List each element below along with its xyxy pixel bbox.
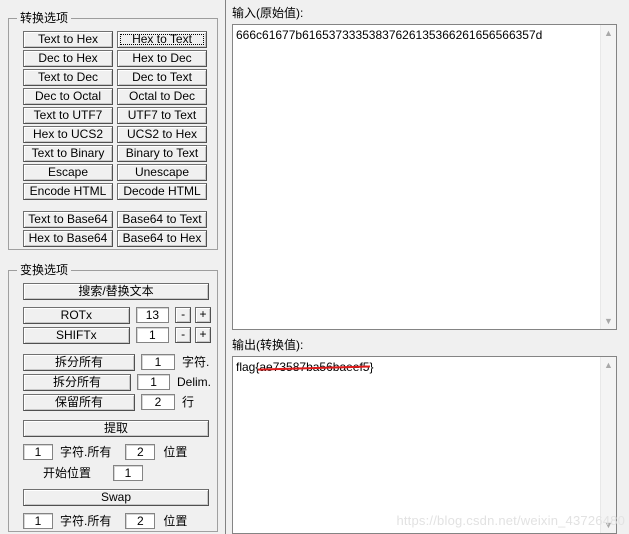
button-group-separator bbox=[23, 202, 207, 211]
dec-to-hex-button[interactable]: Dec to Hex bbox=[23, 50, 113, 67]
output-scrollbar[interactable]: ▲ ▼ bbox=[600, 357, 616, 533]
rotx-increment-button[interactable]: + bbox=[195, 307, 211, 323]
output-field-label: 输出(转换值): bbox=[232, 338, 304, 352]
utf7-to-text-button[interactable]: UTF7 to Text bbox=[117, 107, 207, 124]
extract-params-row: 1 字符.所有 2 位置 bbox=[21, 443, 211, 461]
conversion-options-title: 转换选项 bbox=[17, 11, 72, 25]
dec-to-octal-button[interactable]: Dec to Octal bbox=[23, 88, 113, 105]
text-to-base64-button[interactable]: Text to Base64 bbox=[23, 211, 113, 228]
conversion-options-group: 转换选项 Text to Hex Hex to Text Dec to Hex … bbox=[8, 11, 218, 250]
transform-options-title: 变换选项 bbox=[17, 263, 72, 277]
shiftx-value-input[interactable]: 1 bbox=[135, 327, 170, 343]
shiftx-button[interactable]: SHIFTx bbox=[23, 326, 130, 344]
output-prefix: flag{ bbox=[236, 360, 260, 374]
input-scrollbar[interactable]: ▲ ▼ bbox=[600, 25, 616, 329]
swap-button[interactable]: Swap bbox=[23, 489, 209, 506]
keep-lines-value-input[interactable]: 2 bbox=[141, 394, 175, 410]
keep-lines-row: 保留所有 2 行 bbox=[21, 393, 211, 411]
conversion-row: Dec to Hex Hex to Dec bbox=[23, 50, 207, 67]
output-suffix: } bbox=[369, 360, 374, 374]
hex-to-text-label: Hex to Text bbox=[132, 32, 192, 46]
escape-button[interactable]: Escape bbox=[23, 164, 113, 181]
extract-count-label: 字符.所有 bbox=[60, 445, 112, 459]
scroll-up-icon[interactable]: ▲ bbox=[601, 357, 616, 373]
transform-options-group: 变换选项 搜索/替换文本 ROTx 13 - + SHIFTx 1 - + 拆分… bbox=[8, 263, 218, 532]
text-to-binary-button[interactable]: Text to Binary bbox=[23, 145, 113, 162]
rotx-button[interactable]: ROTx bbox=[23, 306, 130, 324]
base64-to-text-button[interactable]: Base64 to Text bbox=[117, 211, 207, 228]
extract-count-input[interactable]: 1 bbox=[23, 444, 53, 460]
conversion-row: Dec to Octal Octal to Dec bbox=[23, 88, 207, 105]
input-textarea[interactable]: 666c61677b616537333538376261353662616565… bbox=[232, 24, 617, 330]
swap-params-row: 1 字符.所有 2 位置 bbox=[21, 512, 211, 530]
rotx-value-input[interactable]: 13 bbox=[135, 307, 170, 323]
ucs2-to-hex-button[interactable]: UCS2 to Hex bbox=[117, 126, 207, 143]
split-delim-value-input[interactable]: 1 bbox=[137, 374, 170, 390]
extract-start-label: 开始位置 bbox=[43, 466, 92, 480]
conversion-row: Text to UTF7 UTF7 to Text bbox=[23, 107, 207, 124]
hex-to-text-button[interactable]: Hex to Text bbox=[117, 31, 207, 48]
extract-start-input[interactable]: 1 bbox=[113, 465, 144, 481]
rotx-row: ROTx 13 - + bbox=[21, 306, 211, 324]
conversion-row: Text to Hex Hex to Text bbox=[23, 31, 207, 48]
hex-to-ucs2-button[interactable]: Hex to UCS2 bbox=[23, 126, 113, 143]
conversion-row: Escape Unescape bbox=[23, 164, 207, 181]
conversion-row: Text to Base64 Base64 to Text bbox=[23, 211, 207, 228]
scroll-down-icon[interactable]: ▼ bbox=[601, 517, 616, 533]
conversion-row: Hex to UCS2 UCS2 to Hex bbox=[23, 126, 207, 143]
extract-start-row: 开始位置 1 bbox=[21, 464, 211, 482]
conversion-row: Encode HTML Decode HTML bbox=[23, 183, 207, 200]
scroll-up-icon[interactable]: ▲ bbox=[601, 25, 616, 41]
extract-position-label: 位置 bbox=[163, 445, 188, 459]
swap-count-label: 字符.所有 bbox=[60, 514, 112, 528]
hex-to-dec-button[interactable]: Hex to Dec bbox=[117, 50, 207, 67]
conversion-row: Text to Dec Dec to Text bbox=[23, 69, 207, 86]
transform-spacer bbox=[21, 346, 211, 353]
output-textarea[interactable]: flag{ae73587ba56baeef5} ▲ ▼ bbox=[232, 356, 617, 534]
conversion-button-grid: Text to Hex Hex to Text Dec to Hex Hex t… bbox=[23, 31, 207, 249]
split-chars-unit-label: 字符. bbox=[182, 355, 210, 369]
output-redacted-text: ae73587ba56baeef5 bbox=[259, 360, 370, 374]
text-to-dec-button[interactable]: Text to Dec bbox=[23, 69, 113, 86]
split-all-delim-button[interactable]: 拆分所有 bbox=[23, 373, 132, 391]
input-field-label: 输入(原始值): bbox=[232, 6, 304, 20]
encode-html-button[interactable]: Encode HTML bbox=[23, 183, 113, 200]
extract-position-input[interactable]: 2 bbox=[125, 444, 156, 460]
conversion-row: Text to Binary Binary to Text bbox=[23, 145, 207, 162]
text-to-hex-button[interactable]: Text to Hex bbox=[23, 31, 113, 48]
split-delim-unit-label: Delim. bbox=[176, 375, 211, 389]
keep-all-button[interactable]: 保留所有 bbox=[23, 393, 135, 411]
output-value: flag{ae73587ba56baeef5} bbox=[236, 360, 598, 374]
binary-to-text-button[interactable]: Binary to Text bbox=[117, 145, 207, 162]
input-value: 666c61677b616537333538376261353662616565… bbox=[236, 28, 543, 42]
shiftx-row: SHIFTx 1 - + bbox=[21, 326, 211, 344]
keep-lines-unit-label: 行 bbox=[182, 395, 195, 409]
hex-to-base64-button[interactable]: Hex to Base64 bbox=[23, 230, 113, 247]
scroll-down-icon[interactable]: ▼ bbox=[601, 313, 616, 329]
swap-position-label: 位置 bbox=[163, 514, 188, 528]
shiftx-decrement-button[interactable]: - bbox=[175, 327, 192, 343]
split-all-chars-button[interactable]: 拆分所有 bbox=[23, 353, 135, 371]
split-chars-row: 拆分所有 1 字符. bbox=[21, 353, 211, 371]
transform-spacer bbox=[21, 413, 211, 420]
split-delim-row: 拆分所有 1 Delim. bbox=[21, 373, 211, 391]
swap-position-input[interactable]: 2 bbox=[125, 513, 156, 529]
split-chars-value-input[interactable]: 1 bbox=[141, 354, 175, 370]
right-io-panel: 输入(原始值): 666c61677b616537333538376261353… bbox=[228, 0, 629, 534]
extract-button[interactable]: 提取 bbox=[23, 420, 209, 437]
shiftx-increment-button[interactable]: + bbox=[195, 327, 211, 343]
search-replace-button[interactable]: 搜索/替换文本 bbox=[23, 283, 209, 300]
left-options-panel: 转换选项 Text to Hex Hex to Text Dec to Hex … bbox=[0, 0, 226, 534]
conversion-row: Hex to Base64 Base64 to Hex bbox=[23, 230, 207, 247]
text-to-utf7-button[interactable]: Text to UTF7 bbox=[23, 107, 113, 124]
transform-controls: 搜索/替换文本 ROTx 13 - + SHIFTx 1 - + 拆分所有 1 … bbox=[21, 283, 211, 532]
decode-html-button[interactable]: Decode HTML bbox=[117, 183, 207, 200]
octal-to-dec-button[interactable]: Octal to Dec bbox=[117, 88, 207, 105]
base64-to-hex-button[interactable]: Base64 to Hex bbox=[117, 230, 207, 247]
dec-to-text-button[interactable]: Dec to Text bbox=[117, 69, 207, 86]
unescape-button[interactable]: Unescape bbox=[117, 164, 207, 181]
rotx-decrement-button[interactable]: - bbox=[175, 307, 192, 323]
swap-count-input[interactable]: 1 bbox=[23, 513, 53, 529]
